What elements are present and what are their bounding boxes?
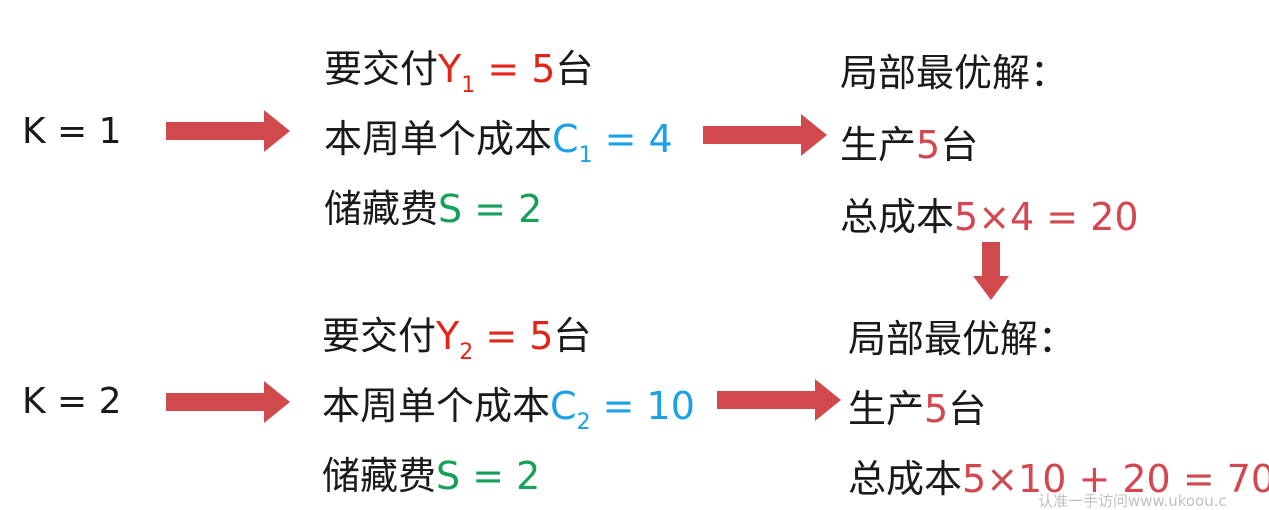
k1-unit-cost-var: C1 = 4 xyxy=(552,117,673,168)
k2-right-arrow-icon xyxy=(166,381,290,423)
k2-total-prefix: 总成本 xyxy=(848,457,963,501)
down-arrow-icon xyxy=(973,242,1009,300)
k1-total-prefix: 总成本 xyxy=(840,195,955,239)
k1-produce-suffix: 台 xyxy=(940,123,979,167)
k1-solution-title: 局部最优解： xyxy=(840,51,1069,95)
k2-delivery-suffix: 台 xyxy=(553,314,592,358)
k1-delivery-var: Y1 = 5 xyxy=(438,47,556,98)
k2-unit-cost-prefix: 本周单个成本 xyxy=(322,384,551,428)
k1-solution-arrow-icon xyxy=(703,114,827,156)
k1-total-line: 总成本5×4 = 20 xyxy=(840,198,1139,236)
k2-storage-prefix: 储藏费 xyxy=(322,454,437,498)
k2-storage-line: 储藏费S = 2 xyxy=(322,457,540,495)
k2-produce-prefix: 生产 xyxy=(848,387,925,431)
k1-storage-prefix: 储藏费 xyxy=(324,187,439,231)
k1-unit-cost-prefix: 本周单个成本 xyxy=(324,117,553,161)
k1-delivery-prefix: 要交付 xyxy=(324,47,439,91)
k2-delivery-line: 要交付Y2 = 5台 xyxy=(322,314,592,365)
k2-produce-num: 5 xyxy=(924,387,949,431)
k2-unit-cost-var: C2 = 10 xyxy=(550,384,695,435)
k1-total-expr: 5×4 = 20 xyxy=(954,195,1139,239)
k2-solution-arrow-icon xyxy=(717,379,841,421)
k1-right-arrow-icon xyxy=(166,110,290,152)
k2-delivery-prefix: 要交付 xyxy=(322,314,437,358)
k2-storage-expr: S = 2 xyxy=(436,454,541,498)
k2-produce-suffix: 台 xyxy=(948,387,987,431)
k2-produce-line: 生产5台 xyxy=(848,390,986,428)
k1-label: K = 1 xyxy=(22,111,122,152)
k2-solution-title: 局部最优解： xyxy=(848,317,1077,361)
k1-storage-expr: S = 2 xyxy=(438,187,543,231)
k1-produce-line: 生产5台 xyxy=(840,126,978,164)
k1-delivery-line: 要交付Y1 = 5台 xyxy=(324,47,594,98)
k2-label: K = 2 xyxy=(22,381,122,422)
k2-delivery-var: Y2 = 5 xyxy=(436,314,554,365)
k1-unit-cost-line: 本周单个成本C1 = 4 xyxy=(324,117,673,168)
k2-unit-cost-line: 本周单个成本C2 = 10 xyxy=(322,384,695,435)
k1-delivery-suffix: 台 xyxy=(555,47,594,91)
k1-produce-num: 5 xyxy=(916,123,941,167)
k1-produce-prefix: 生产 xyxy=(840,123,917,167)
k1-storage-line: 储藏费S = 2 xyxy=(324,190,542,228)
